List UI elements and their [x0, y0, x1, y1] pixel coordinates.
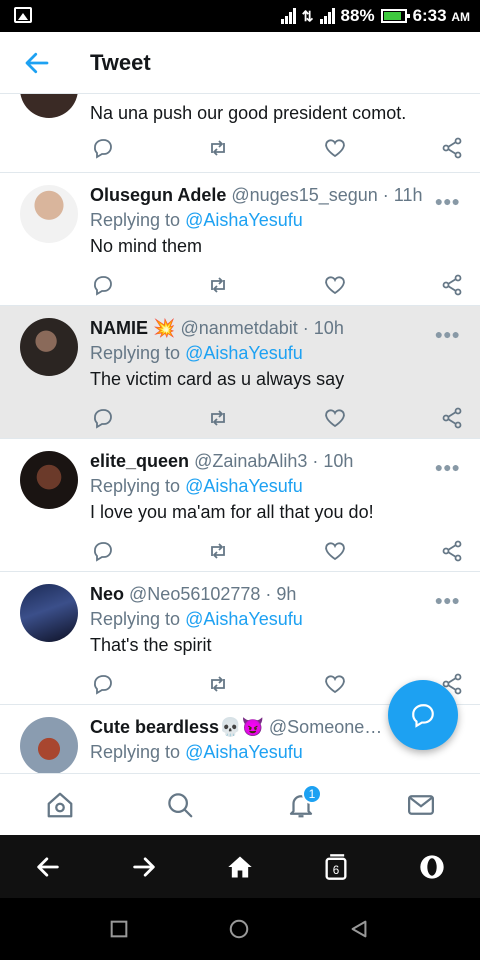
replying-to: Replying to @AishaYesufu — [90, 210, 303, 230]
avatar[interactable] — [20, 185, 78, 243]
browser-back-icon[interactable] — [34, 853, 62, 881]
signal-icon-2 — [319, 8, 335, 24]
compose-reply-button[interactable] — [388, 680, 458, 750]
notification-badge: 1 — [302, 784, 322, 804]
tweet-item[interactable]: Olusegun Adele @nuges15_segun · 11h Repl… — [0, 173, 480, 306]
tweet-text: That's the spirit — [90, 635, 212, 655]
reply-icon[interactable] — [91, 539, 115, 563]
like-icon[interactable] — [323, 406, 347, 430]
gallery-icon — [14, 7, 32, 23]
clock: 6:33 AM — [412, 6, 470, 25]
avatar[interactable] — [20, 451, 78, 509]
reply-feed[interactable]: Na una push our good president comot. Ol… — [0, 94, 480, 773]
messages-mail-icon[interactable] — [406, 790, 436, 820]
like-icon[interactable] — [323, 672, 347, 696]
back-triangle-icon[interactable] — [348, 918, 370, 940]
retweet-icon[interactable] — [206, 406, 230, 430]
like-icon[interactable] — [323, 136, 347, 160]
browser-toolbar: 6 — [0, 835, 480, 898]
replying-to: Replying to @AishaYesufu — [90, 343, 303, 363]
home-icon[interactable] — [45, 790, 75, 820]
reply-icon[interactable] — [91, 273, 115, 297]
avatar[interactable] — [20, 94, 78, 118]
avatar[interactable] — [20, 318, 78, 376]
top-app-bar: Tweet — [0, 32, 480, 94]
tweet-item[interactable]: Na una push our good president comot. — [0, 94, 480, 173]
home-circle-icon[interactable] — [228, 918, 250, 940]
more-options-icon[interactable]: ●●● — [435, 193, 460, 209]
share-icon[interactable] — [440, 136, 464, 160]
browser-forward-icon[interactable] — [130, 853, 158, 881]
replying-to-link[interactable]: @AishaYesufu — [185, 210, 303, 230]
opera-menu-icon[interactable] — [418, 853, 446, 881]
browser-tabs-icon[interactable]: 6 — [322, 853, 350, 881]
tweet-meta: Olusegun Adele @nuges15_segun · 11h — [90, 185, 423, 205]
like-icon[interactable] — [323, 539, 347, 563]
replying-to-link[interactable]: @AishaYesufu — [185, 343, 303, 363]
retweet-icon[interactable] — [206, 136, 230, 160]
tweet-text: I love you ma'am for all that you do! — [90, 502, 374, 522]
tweet-meta: elite_queen @ZainabAlih3 · 10h — [90, 451, 354, 471]
avatar[interactable] — [20, 584, 78, 642]
replying-to: Replying to @AishaYesufu — [90, 742, 303, 762]
avatar[interactable] — [20, 717, 78, 773]
name-emoji: 💥 — [153, 318, 176, 338]
reply-icon[interactable] — [91, 406, 115, 430]
replying-to-link[interactable]: @AishaYesufu — [185, 609, 303, 629]
page-title: Tweet — [90, 50, 151, 75]
back-arrow-icon[interactable] — [22, 48, 52, 78]
replying-to-link[interactable]: @AishaYesufu — [185, 476, 303, 496]
reply-icon[interactable] — [91, 136, 115, 160]
data-arrows-icon: ⇅ — [301, 7, 314, 24]
tweet-text: No mind them — [90, 236, 203, 256]
replying-to-link[interactable]: @AishaYesufu — [185, 742, 303, 762]
battery-icon — [380, 9, 410, 23]
share-icon[interactable] — [440, 406, 464, 430]
tweet-item[interactable]: elite_queen @ZainabAlih3 · 10h Replying … — [0, 439, 480, 572]
battery-percent: 88% — [340, 6, 375, 25]
retweet-icon[interactable] — [206, 672, 230, 696]
browser-home-icon[interactable] — [226, 853, 254, 881]
more-options-icon[interactable]: ●●● — [435, 592, 460, 608]
more-options-icon[interactable]: ●●● — [435, 326, 460, 342]
tweet-actions — [0, 539, 480, 567]
bottom-tab-bar: 1 — [0, 773, 480, 835]
reply-icon[interactable] — [91, 672, 115, 696]
tweet-actions — [0, 273, 480, 301]
status-bar: ⇅ 88% 6:33 AM — [0, 0, 480, 32]
tabs-count: 6 — [333, 864, 339, 877]
recents-square-icon[interactable] — [108, 918, 130, 940]
tweet-meta: NAMIE 💥 @nanmetdabit · 10h — [90, 318, 344, 338]
retweet-icon[interactable] — [206, 273, 230, 297]
tweet-meta: Neo @Neo56102778 · 9h — [90, 584, 297, 604]
share-icon[interactable] — [440, 273, 464, 297]
tweet-text: Na una push our good president comot. — [90, 103, 407, 123]
share-icon[interactable] — [440, 539, 464, 563]
retweet-icon[interactable] — [206, 539, 230, 563]
search-icon[interactable] — [165, 790, 195, 820]
tweet-meta: Cute beardless💀😈 @Someone… — [90, 717, 383, 737]
tweet-text: The victim card as u always say — [90, 369, 345, 389]
speech-bubble-icon — [412, 704, 434, 728]
more-options-icon[interactable]: ●●● — [435, 459, 460, 475]
replying-to: Replying to @AishaYesufu — [90, 476, 303, 496]
replying-to: Replying to @AishaYesufu — [90, 609, 303, 629]
name-emoji: 💀😈 — [219, 717, 264, 737]
system-nav-bar — [0, 898, 480, 960]
like-icon[interactable] — [323, 273, 347, 297]
tweet-actions — [0, 136, 480, 164]
tweet-actions — [0, 406, 480, 434]
tweet-item[interactable]: NAMIE 💥 @nanmetdabit · 10h Replying to @… — [0, 306, 480, 439]
signal-icon — [280, 8, 296, 24]
